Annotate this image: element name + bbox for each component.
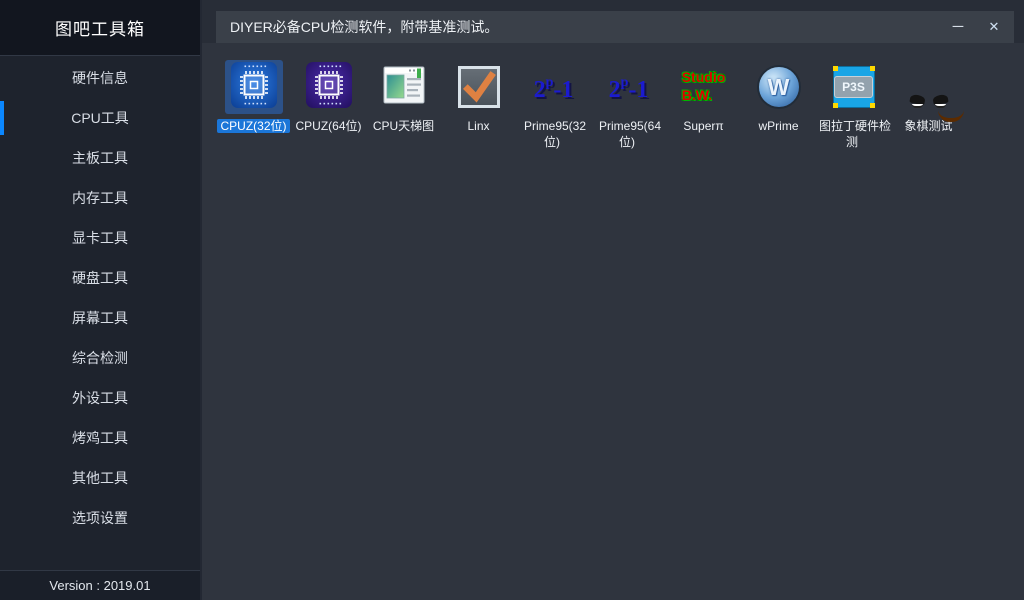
tool-label: 图拉丁硬件检 测: [816, 119, 891, 149]
sidebar-item-4[interactable]: 显卡工具: [0, 218, 200, 258]
sidebar-item-3[interactable]: 内存工具: [0, 178, 200, 218]
studio-bw-text-icon: StudioB.W.: [682, 69, 726, 105]
sidebar-item-label: 内存工具: [72, 188, 128, 208]
sidebar-item-label: 硬盘工具: [72, 268, 128, 288]
sidebar-item-label: 外设工具: [72, 388, 128, 408]
category-description: DIYER必备CPU检测软件，附带基准测试。: [230, 17, 944, 37]
sidebar-item-9[interactable]: 烤鸡工具: [0, 418, 200, 458]
app-title: 图吧工具箱: [0, 0, 200, 56]
cpu-chip-blue-icon: [231, 62, 277, 113]
sidebar-item-label: 综合检测: [72, 348, 128, 368]
mersenne-2p1-icon: 2p-1: [534, 73, 574, 102]
sidebar-item-label: CPU工具: [71, 108, 129, 128]
sidebar: 图吧工具箱 硬件信息 CPU工具 主板工具 内存工具 显卡工具 硬盘工具 屏幕工…: [0, 0, 200, 600]
tool-item-7[interactable]: W wPrime: [741, 60, 816, 150]
tool-item-8[interactable]: P3S 图拉丁硬件检 测: [816, 60, 891, 150]
tool-item-1[interactable]: CPUZ(64位): [291, 60, 366, 150]
sidebar-item-2[interactable]: 主板工具: [0, 138, 200, 178]
tool-item-6[interactable]: StudioB.W. Superπ: [666, 60, 741, 150]
mersenne-2p1-icon: 2p-1: [609, 73, 649, 102]
main-area: DIYER必备CPU检测软件，附带基准测试。 ─ ✕ CPUZ(32位): [200, 0, 1024, 600]
header-bar: DIYER必备CPU检测软件，附带基准测试。 ─ ✕: [216, 11, 1014, 43]
app-window: 图吧工具箱 硬件信息 CPU工具 主板工具 内存工具 显卡工具 硬盘工具 屏幕工…: [0, 0, 1024, 600]
top-band: DIYER必备CPU检测软件，附带基准测试。 ─ ✕: [202, 0, 1024, 43]
tool-item-3[interactable]: Linx: [441, 60, 516, 150]
tool-label: wPrime: [755, 119, 801, 133]
tool-item-2[interactable]: CPU天梯图: [366, 60, 441, 150]
sidebar-item-label: 主板工具: [72, 148, 128, 168]
version-label: Version : 2019.01: [0, 570, 200, 600]
tool-label: Prime95(64 位): [596, 119, 661, 149]
active-indicator: [0, 101, 4, 135]
window-controls: ─ ✕: [944, 12, 1014, 42]
tool-label: CPUZ(64位): [292, 119, 364, 133]
tool-item-9[interactable]: 象棋测试: [891, 60, 966, 150]
sidebar-item-5[interactable]: 硬盘工具: [0, 258, 200, 298]
tool-item-5[interactable]: 2p-1 Prime95(64 位): [591, 60, 666, 150]
tool-item-0[interactable]: CPUZ(32位): [216, 60, 291, 150]
tool-label: Linx: [464, 119, 492, 133]
close-button[interactable]: ✕: [980, 12, 1008, 42]
sidebar-item-7[interactable]: 综合检测: [0, 338, 200, 378]
sidebar-item-0[interactable]: 硬件信息: [0, 58, 200, 98]
window-chart-icon: [381, 62, 427, 113]
wprime-sphere-icon: W: [757, 65, 801, 109]
sidebar-item-10[interactable]: 其他工具: [0, 458, 200, 498]
tool-label: CPU天梯图: [370, 119, 437, 133]
sidebar-item-label: 其他工具: [72, 468, 128, 488]
minimize-button[interactable]: ─: [944, 12, 972, 42]
tool-label: CPUZ(32位): [217, 119, 289, 133]
sidebar-item-label: 显卡工具: [72, 228, 128, 248]
sidebar-item-label: 硬件信息: [72, 68, 128, 88]
sidebar-item-11[interactable]: 选项设置: [0, 498, 200, 538]
p3s-selection-icon: P3S: [833, 66, 875, 108]
tool-label: Superπ: [680, 119, 726, 133]
cpu-chip-purple-icon: [306, 62, 352, 113]
tool-label: Prime95(32 位): [521, 119, 586, 149]
sidebar-item-label: 烤鸡工具: [72, 428, 128, 448]
sidebar-item-6[interactable]: 屏幕工具: [0, 298, 200, 338]
sidebar-item-label: 屏幕工具: [72, 308, 128, 328]
orange-checkmark-box-icon: [458, 66, 500, 108]
sidebar-item-8[interactable]: 外设工具: [0, 378, 200, 418]
tool-item-4[interactable]: 2p-1 Prime95(32 位): [516, 60, 591, 150]
sidebar-item-1[interactable]: CPU工具: [0, 98, 200, 138]
sidebar-menu: 硬件信息 CPU工具 主板工具 内存工具 显卡工具 硬盘工具 屏幕工具 综合检测…: [0, 56, 200, 570]
sidebar-item-label: 选项设置: [72, 508, 128, 528]
tool-grid: CPUZ(32位) CPUZ(64位) CPU天梯图 L: [202, 43, 1024, 600]
